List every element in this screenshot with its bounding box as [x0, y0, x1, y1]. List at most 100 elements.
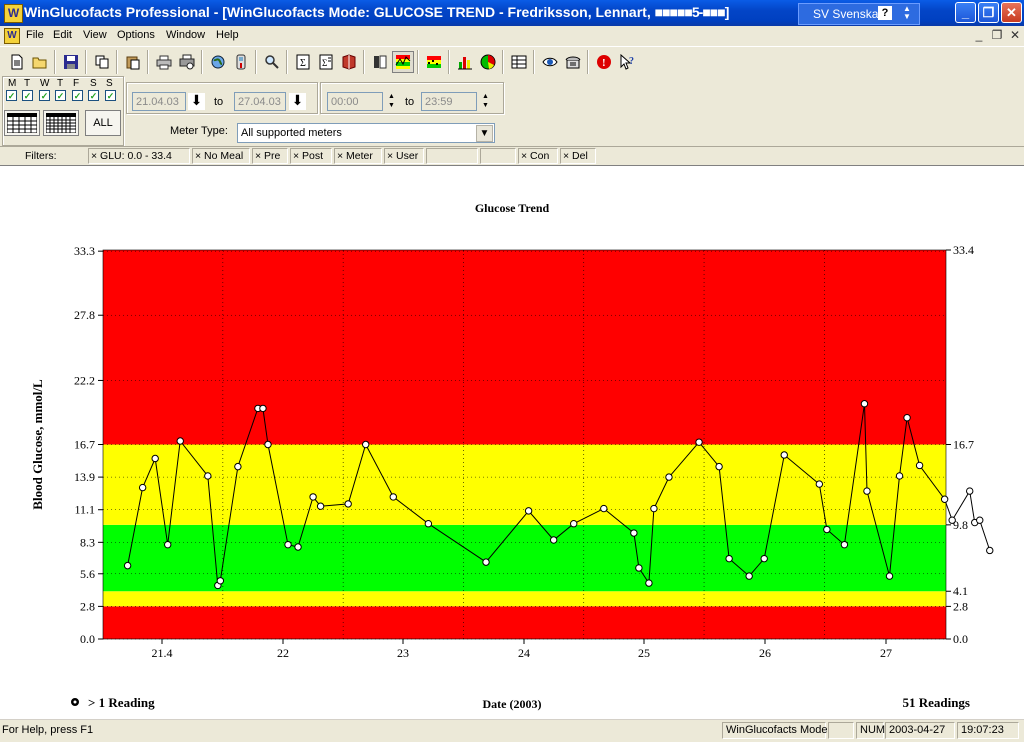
filter-empty-2[interactable] — [480, 148, 516, 164]
standard-day-icon[interactable] — [423, 51, 445, 73]
data-point[interactable] — [966, 487, 974, 495]
data-point[interactable] — [976, 516, 984, 524]
doc-restore-button[interactable]: ❐ — [990, 27, 1004, 43]
filter-meter[interactable]: × Meter — [334, 148, 382, 164]
data-point[interactable] — [151, 454, 159, 463]
data-point[interactable] — [650, 504, 658, 513]
data-point[interactable] — [745, 572, 753, 580]
data-point[interactable] — [549, 536, 558, 544]
data-point[interactable] — [860, 400, 869, 408]
filter-con[interactable]: × Con — [518, 148, 558, 164]
menu-edit[interactable]: Edit — [53, 29, 72, 41]
time-from-field[interactable]: 00:00 — [327, 92, 383, 111]
copy-icon[interactable] — [91, 51, 113, 73]
checkbox-mon[interactable]: ✓ — [6, 90, 17, 101]
data-point[interactable] — [760, 554, 768, 563]
meter-type-select[interactable]: All supported meters — [237, 123, 495, 143]
data-point[interactable] — [986, 546, 994, 555]
menu-options[interactable]: Options — [117, 29, 155, 41]
print-icon[interactable] — [153, 51, 175, 73]
print-preview-icon[interactable] — [176, 51, 198, 73]
data-point[interactable] — [138, 483, 147, 492]
data-point[interactable] — [316, 502, 325, 510]
eye-icon[interactable] — [539, 51, 561, 73]
time-from-spinner[interactable]: ▲ ▼ — [384, 92, 399, 111]
filter-no-meal[interactable]: × No Meal — [192, 148, 250, 164]
data-point[interactable] — [840, 540, 849, 549]
logbook-icon[interactable] — [369, 51, 391, 73]
menu-view[interactable]: View — [83, 29, 107, 41]
data-point[interactable] — [570, 519, 578, 528]
data-point[interactable] — [630, 529, 638, 537]
data-point[interactable] — [234, 462, 242, 471]
data-point[interactable] — [725, 554, 733, 563]
data-point[interactable] — [780, 451, 788, 459]
minimize-button[interactable]: _ — [955, 2, 976, 23]
book-icon[interactable] — [338, 51, 360, 73]
data-point[interactable] — [715, 462, 723, 471]
data-point[interactable] — [600, 504, 608, 513]
data-point[interactable] — [915, 461, 924, 470]
data-point[interactable] — [635, 564, 643, 572]
data-point[interactable] — [645, 579, 653, 587]
menu-window[interactable]: Window — [166, 29, 205, 41]
data-point[interactable] — [176, 437, 184, 445]
menu-help[interactable]: Help — [216, 29, 239, 41]
month-calendar-button[interactable] — [43, 110, 79, 136]
close-button[interactable]: ✕ — [1001, 2, 1022, 23]
language-bar[interactable]: SV Svenska ? ▲ ▼ — [798, 3, 920, 25]
bar-chart-icon[interactable] — [454, 51, 476, 73]
date-to-field[interactable]: 27.04.03 — [234, 92, 286, 111]
paste-icon[interactable] — [122, 51, 144, 73]
filter-empty-1[interactable] — [426, 148, 478, 164]
data-point[interactable] — [284, 540, 292, 549]
restore-button[interactable]: ❐ — [978, 2, 999, 23]
context-help-icon[interactable]: ? — [616, 51, 638, 73]
globe-icon[interactable] — [207, 51, 229, 73]
app-icon[interactable]: W — [4, 4, 23, 23]
filter-post[interactable]: × Post — [290, 148, 332, 164]
all-button[interactable]: ALL — [85, 110, 121, 136]
data-point[interactable] — [863, 487, 871, 495]
data-point[interactable] — [389, 493, 397, 501]
data-point[interactable] — [164, 540, 172, 549]
checkbox-tue[interactable]: ✓ — [22, 90, 33, 101]
data-point[interactable] — [903, 414, 911, 422]
data-point[interactable] — [123, 561, 132, 570]
doc-close-button[interactable]: ✕ — [1008, 27, 1022, 43]
phone-icon[interactable] — [562, 51, 584, 73]
week-calendar-button[interactable] — [4, 110, 40, 136]
document-icon[interactable]: W — [4, 28, 20, 44]
language-help-icon[interactable]: ? — [878, 6, 892, 20]
date-from-picker-icon[interactable]: ⬇ — [188, 93, 205, 110]
data-point[interactable] — [815, 480, 824, 488]
doc-minimize-button[interactable]: _ — [972, 27, 986, 43]
checkbox-wed[interactable]: ✓ — [39, 90, 50, 101]
sum-icon[interactable]: Σ — [292, 51, 314, 73]
data-point[interactable] — [948, 516, 956, 524]
open-icon[interactable] — [29, 51, 51, 73]
checkbox-sat[interactable]: ✓ — [88, 90, 99, 101]
checkbox-fri[interactable]: ✓ — [72, 90, 83, 101]
info-icon[interactable]: ! — [593, 51, 615, 73]
date-from-field[interactable]: 21.04.03 — [132, 92, 186, 111]
sum-report-icon[interactable]: Σ — [315, 51, 337, 73]
data-point[interactable] — [264, 440, 272, 449]
data-point[interactable] — [259, 404, 267, 413]
data-point[interactable] — [695, 438, 703, 446]
find-icon[interactable] — [261, 51, 283, 73]
checkbox-sun[interactable]: ✓ — [105, 90, 116, 101]
data-point[interactable] — [524, 507, 533, 515]
time-to-field[interactable]: 23:59 — [421, 92, 477, 111]
data-point[interactable] — [940, 495, 949, 503]
data-point[interactable] — [362, 440, 370, 449]
filter-del[interactable]: × Del — [560, 148, 596, 164]
data-point[interactable] — [344, 500, 352, 508]
data-point[interactable] — [895, 472, 904, 480]
data-point[interactable] — [424, 519, 433, 528]
date-to-picker-icon[interactable]: ⬇ — [289, 93, 306, 110]
language-options-icon[interactable]: ▲ ▼ — [903, 5, 911, 21]
data-point[interactable] — [204, 472, 212, 480]
table-icon[interactable] — [508, 51, 530, 73]
checkbox-thu[interactable]: ✓ — [55, 90, 66, 101]
